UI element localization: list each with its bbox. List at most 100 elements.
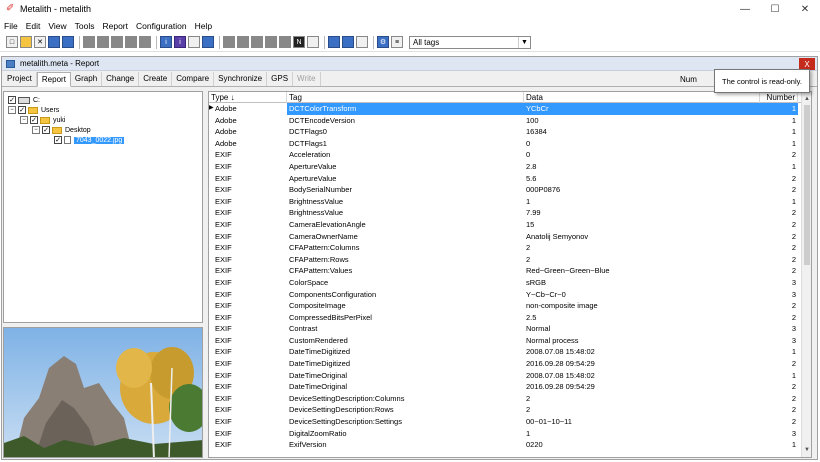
table-row[interactable]: EXIF CFAPattern:Rows 2 2 bbox=[209, 254, 811, 266]
table-row[interactable]: EXIF Contrast Normal 3 bbox=[209, 323, 811, 335]
chevron-down-icon[interactable]: ▼ bbox=[518, 36, 530, 48]
column-header-number[interactable]: Number bbox=[760, 92, 798, 103]
tab-change[interactable]: Change bbox=[102, 72, 140, 86]
delete-icon[interactable]: ✕ bbox=[34, 36, 46, 48]
info-purple-icon[interactable]: i bbox=[174, 36, 186, 48]
table-row[interactable]: EXIF BrightnessValue 7.99 2 bbox=[209, 207, 811, 219]
scroll-down-icon[interactable]: ▼ bbox=[802, 445, 811, 455]
edit-icon[interactable] bbox=[307, 36, 319, 48]
table-row[interactable]: Adobe DCTEncodeVersion 100 1 bbox=[209, 115, 811, 127]
window-icon[interactable] bbox=[188, 36, 200, 48]
cell-type: EXIF bbox=[215, 219, 232, 229]
tab-gps[interactable]: GPS bbox=[267, 72, 294, 86]
menu-report[interactable]: Report bbox=[102, 21, 128, 31]
table-row[interactable]: EXIF CompressedBitsPerPixel 2.5 2 bbox=[209, 312, 811, 324]
scroll-up-icon[interactable]: ▲ bbox=[802, 94, 811, 104]
scroll-thumb[interactable] bbox=[804, 105, 810, 265]
cell-type: EXIF bbox=[215, 405, 232, 415]
minimize-button[interactable]: — bbox=[730, 0, 760, 18]
table-row[interactable]: EXIF ApertureValue 5.6 2 bbox=[209, 173, 811, 185]
checkbox[interactable]: ✓ bbox=[8, 96, 16, 104]
collapse-icon[interactable]: − bbox=[32, 126, 40, 134]
table-row[interactable]: EXIF CFAPattern:Columns 2 2 bbox=[209, 242, 811, 254]
cell-type: EXIF bbox=[215, 196, 232, 206]
table-row[interactable]: EXIF CompositeImage non-composite image 2 bbox=[209, 300, 811, 312]
table-row[interactable]: EXIF Acceleration 0 2 bbox=[209, 149, 811, 161]
checkbox[interactable]: ✓ bbox=[54, 136, 62, 144]
cell-tag: DateTimeDigitized bbox=[289, 347, 350, 357]
menu-edit[interactable]: Edit bbox=[26, 21, 41, 31]
table-row[interactable]: EXIF DateTimeOriginal 2016.09.28 09:54:29 2 bbox=[209, 381, 811, 393]
window-tile-icon[interactable] bbox=[328, 36, 340, 48]
info-icon[interactable]: i bbox=[160, 36, 172, 48]
checkbox[interactable]: ✓ bbox=[30, 116, 38, 124]
n-icon[interactable]: N bbox=[293, 36, 305, 48]
window-cascade-icon[interactable] bbox=[342, 36, 354, 48]
tree-node-yuki[interactable]: − ✓ yuki bbox=[20, 115, 65, 125]
menu-tools[interactable]: Tools bbox=[75, 21, 95, 31]
table-row[interactable]: EXIF ComponentsConfiguration Y~Cb~Cr~0 3 bbox=[209, 289, 811, 301]
menu-file[interactable]: File bbox=[4, 21, 18, 31]
cell-type: EXIF bbox=[215, 347, 232, 357]
table-row[interactable]: EXIF DateTimeDigitized 2016.09.28 09:54:29… bbox=[209, 358, 811, 370]
cell-data: 5.6 bbox=[526, 173, 537, 183]
table-row[interactable]: EXIF ApertureValue 2.8 1 bbox=[209, 161, 811, 173]
cell-num: 3 bbox=[791, 428, 796, 438]
table-row[interactable]: EXIF BodySerialNumber 000P0876 2 bbox=[209, 184, 811, 196]
image-icon[interactable] bbox=[202, 36, 214, 48]
table-row[interactable]: Adobe DCTFlags1 0 1 bbox=[209, 138, 811, 150]
menu-view[interactable]: View bbox=[48, 21, 66, 31]
table-row[interactable]: EXIF DeviceSettingDescription:Columns 2 2 bbox=[209, 393, 811, 405]
collapse-icon[interactable]: − bbox=[8, 106, 16, 114]
gear-icon[interactable]: ⚙ bbox=[377, 36, 389, 48]
table-row[interactable]: EXIF DigitalZoomRatio 1 3 bbox=[209, 428, 811, 440]
menu-configuration[interactable]: Configuration bbox=[136, 21, 187, 31]
tab-project[interactable]: Project bbox=[3, 72, 37, 86]
tab-create[interactable]: Create bbox=[139, 72, 173, 86]
column-header-type[interactable]: Type ↓ bbox=[209, 92, 287, 103]
cell-data: 2008.07.08 15:48:02 bbox=[526, 370, 595, 380]
tab-graph[interactable]: Graph bbox=[71, 72, 103, 86]
tree-node-users[interactable]: − ✓ Users bbox=[8, 105, 59, 115]
table-row[interactable]: EXIF CFAPattern:Values Red~Green~Green~Blu… bbox=[209, 265, 811, 277]
table-row[interactable]: EXIF CameraElevationAngle 15 2 bbox=[209, 219, 811, 231]
table-row[interactable]: EXIF DeviceSettingDescription:Settings 00~… bbox=[209, 416, 811, 428]
tab-report[interactable]: Report bbox=[36, 72, 71, 87]
table-row[interactable]: ▶ Adobe DCTColorTransform YCbCr 1 bbox=[209, 103, 811, 115]
open-folder-icon[interactable] bbox=[20, 36, 32, 48]
vertical-scrollbar[interactable]: ▲ ▼ bbox=[801, 92, 811, 457]
save-icon[interactable] bbox=[48, 36, 60, 48]
tree-node-file[interactable]: ✓ 7043_0022.jpg bbox=[54, 135, 125, 145]
table-row[interactable]: EXIF DateTimeDigitized 2008.07.08 15:48:02… bbox=[209, 346, 811, 358]
menu-help[interactable]: Help bbox=[195, 21, 212, 31]
new-icon[interactable]: □ bbox=[6, 36, 18, 48]
save-as-icon[interactable] bbox=[62, 36, 74, 48]
maximize-button[interactable]: ☐ bbox=[760, 0, 790, 18]
close-button[interactable]: ✕ bbox=[790, 0, 820, 18]
tree-node-desktop[interactable]: − ✓ Desktop bbox=[32, 125, 91, 135]
list-icon[interactable]: ≡ bbox=[391, 36, 403, 48]
tab-synchronize[interactable]: Synchronize bbox=[214, 72, 268, 86]
cell-tag: CFAPattern:Rows bbox=[289, 254, 349, 264]
column-header-data[interactable]: Data bbox=[524, 92, 760, 103]
table-row[interactable]: EXIF DateTimeOriginal 2008.07.08 15:48:02 1 bbox=[209, 370, 811, 382]
table-row[interactable]: EXIF CameraOwnerName Anatolij Semyonov 2 bbox=[209, 231, 811, 243]
table-row[interactable]: EXIF BrightnessValue 1 1 bbox=[209, 196, 811, 208]
print-icon[interactable] bbox=[356, 36, 368, 48]
checkbox[interactable]: ✓ bbox=[18, 106, 26, 114]
table-row[interactable]: EXIF CustomRendered Normal process 3 bbox=[209, 335, 811, 347]
cell-type: EXIF bbox=[215, 301, 232, 311]
cell-num: 2 bbox=[791, 359, 796, 369]
table-row[interactable]: Adobe DCTFlags0 16384 1 bbox=[209, 126, 811, 138]
checkbox[interactable]: ✓ bbox=[42, 126, 50, 134]
cell-tag: ExifVersion bbox=[289, 440, 327, 450]
table-row[interactable]: EXIF DeviceSettingDescription:Rows 2 2 bbox=[209, 404, 811, 416]
collapse-icon[interactable]: − bbox=[20, 116, 28, 124]
tags-filter-select[interactable]: All tags ▼ bbox=[409, 35, 531, 49]
table-row[interactable]: EXIF ExifVersion 0220 1 bbox=[209, 439, 811, 451]
table-row[interactable]: EXIF ColorSpace sRGB 3 bbox=[209, 277, 811, 289]
column-header-tag[interactable]: Tag bbox=[287, 92, 524, 103]
tree-node-root[interactable]: ✓ C: bbox=[8, 95, 40, 105]
cell-num: 2 bbox=[791, 301, 796, 311]
tab-compare[interactable]: Compare bbox=[172, 72, 215, 86]
